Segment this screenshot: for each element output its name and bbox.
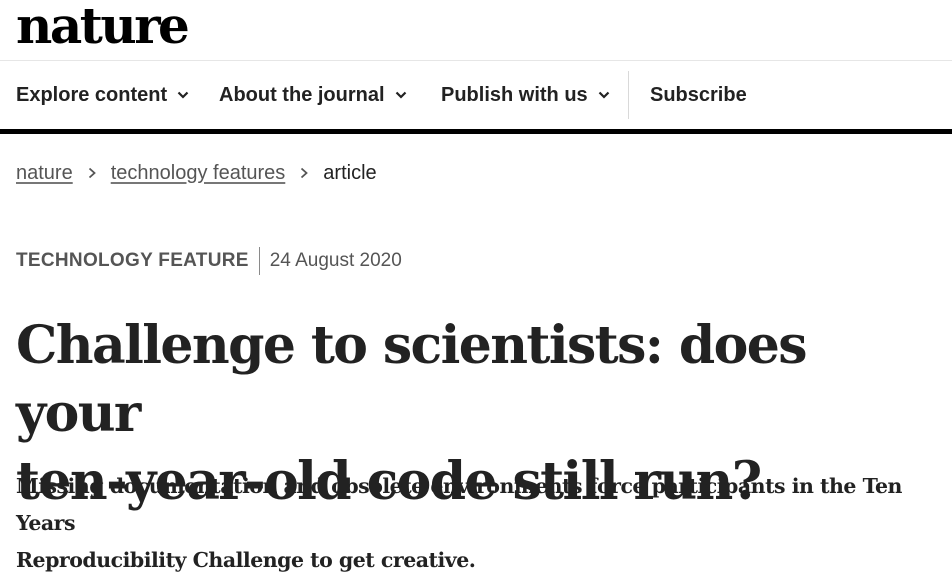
breadcrumb-link-nature[interactable]: nature xyxy=(16,162,73,185)
nav-subscribe-label: Subscribe xyxy=(650,83,747,106)
main-nav: Explore content About the journal Publis… xyxy=(0,61,952,129)
article-meta: TECHNOLOGY FEATURE 24 August 2020 xyxy=(16,246,402,276)
article-type[interactable]: TECHNOLOGY FEATURE xyxy=(16,250,249,272)
breadcrumb: nature technology features article xyxy=(16,160,377,186)
nav-publish-with-us-label: Publish with us xyxy=(441,83,588,106)
article-standfirst-line-1: Missing documentation and obsolete envir… xyxy=(16,474,902,535)
nav-subscribe[interactable]: Subscribe xyxy=(650,61,747,129)
nav-about-the-journal-label: About the journal xyxy=(219,83,385,106)
chevron-down-icon xyxy=(598,91,609,99)
nav-explore-content[interactable]: Explore content xyxy=(16,61,189,129)
chevron-right-icon xyxy=(88,167,96,179)
chevron-down-icon xyxy=(177,91,189,99)
nav-explore-content-label: Explore content xyxy=(16,83,168,106)
nav-bottom-bar xyxy=(0,129,952,134)
nature-logo[interactable]: nature xyxy=(16,0,190,56)
meta-divider xyxy=(258,247,260,275)
chevron-right-icon xyxy=(301,167,309,179)
nav-about-the-journal[interactable]: About the journal xyxy=(219,61,407,129)
breadcrumb-link-technology-features[interactable]: technology features xyxy=(111,162,286,185)
nav-divider xyxy=(628,71,629,119)
breadcrumb-current: article xyxy=(323,161,377,184)
article-standfirst-line-2: Reproducibility Challenge to get creativ… xyxy=(16,548,476,572)
nav-publish-with-us[interactable]: Publish with us xyxy=(441,61,610,129)
article-date: 24 August 2020 xyxy=(269,250,402,271)
article-title-line-1: Challenge to scientists: does your xyxy=(16,315,807,444)
article-standfirst: Missing documentation and obsolete envir… xyxy=(16,468,946,579)
chevron-down-icon xyxy=(395,91,406,99)
